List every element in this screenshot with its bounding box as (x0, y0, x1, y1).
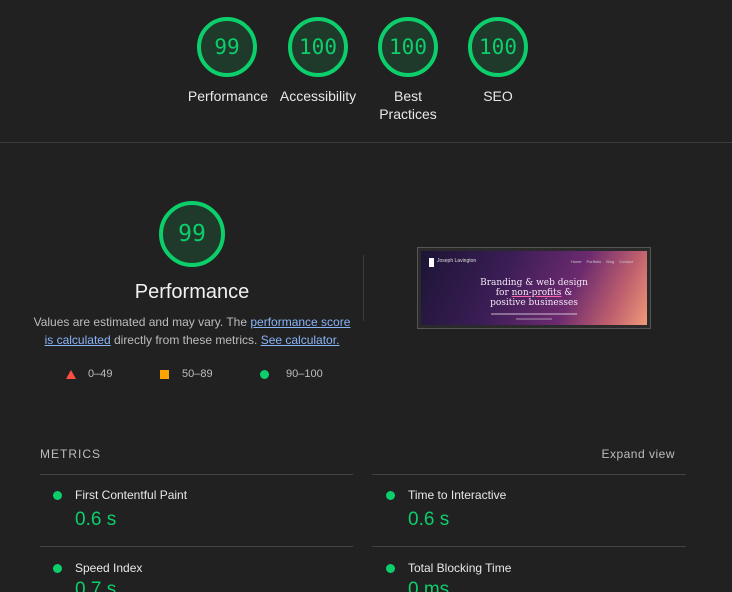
legend-pass-label: 90–100 (286, 368, 323, 380)
square-icon (160, 369, 169, 379)
performance-label[interactable]: Performance (178, 87, 278, 105)
site-headline-line-1: Branding & web design (480, 278, 588, 288)
site-subtext-line (491, 313, 577, 315)
pass-dot-icon (53, 491, 62, 500)
metric-value: 0 ms (408, 579, 450, 592)
site-headline-part: & (561, 288, 573, 298)
metrics-divider (372, 546, 686, 547)
performance-description: Values are estimated and may vary. The p… (32, 313, 352, 349)
metric-name: Speed Index (75, 561, 143, 575)
final-screenshot[interactable]: Joseph Lavington Home Portfolio Blog Con… (417, 247, 651, 329)
site-nav-item: Portfolio (586, 259, 602, 264)
metrics-divider (40, 474, 353, 475)
metric-value: 0.7 s (75, 579, 117, 592)
accessibility-score: 100 (299, 35, 337, 59)
site-headline-line-2: for non-profits & (421, 288, 647, 298)
legend-fail: 0–49 (66, 367, 112, 381)
metric-name: First Contentful Paint (75, 488, 188, 502)
legend-pass: 90–100 (260, 367, 323, 381)
site-subtext-line (516, 318, 552, 320)
vertical-divider (363, 255, 364, 321)
screenshot-image: Joseph Lavington Home Portfolio Blog Con… (421, 251, 647, 325)
metric-value: 0.6 s (75, 509, 117, 530)
performance-score: 99 (214, 35, 240, 59)
seo-score-gauge[interactable]: 100 (468, 17, 528, 77)
expand-view-button[interactable]: Expand view (601, 447, 675, 461)
performance-title: Performance (134, 281, 250, 303)
site-nav-item: Blog (606, 259, 615, 264)
desc-text-2: directly from these metrics. (110, 333, 261, 347)
see-calculator-link[interactable]: See calculator. (261, 333, 340, 347)
metric-name: Time to Interactive (408, 488, 507, 502)
seo-label[interactable]: SEO (448, 87, 548, 105)
best-practices-score: 100 (389, 35, 427, 59)
site-brand: Joseph Lavington (437, 258, 477, 264)
metric-value: 0.6 s (408, 509, 450, 530)
metrics-divider (372, 474, 686, 475)
pass-dot-icon (386, 491, 395, 500)
site-nav-item: Home (570, 259, 582, 264)
performance-main-score: 99 (178, 221, 206, 247)
metric-name: Total Blocking Time (408, 561, 512, 575)
pass-dot-icon (53, 564, 62, 573)
site-nav-item: Contact (619, 259, 633, 264)
metrics-heading: METRICS (40, 447, 101, 461)
site-nav: Home Portfolio Blog Contact (571, 259, 633, 264)
site-headline-part: for (495, 288, 512, 298)
best-practices-score-gauge[interactable]: 100 (378, 17, 438, 77)
desc-text-1: Values are estimated and may vary. The (33, 315, 251, 329)
legend-average: 50–89 (160, 367, 213, 381)
accessibility-label[interactable]: Accessibility (268, 87, 368, 105)
legend-fail-label: 0–49 (88, 368, 113, 380)
legend-average-label: 50–89 (182, 368, 213, 380)
site-headline-highlight: non-profits (511, 288, 562, 298)
accessibility-score-gauge[interactable]: 100 (288, 17, 348, 77)
triangle-icon (66, 369, 76, 379)
site-logo-icon (429, 258, 434, 267)
circle-icon (260, 369, 269, 379)
performance-score-gauge[interactable]: 99 (197, 17, 257, 77)
seo-score: 100 (479, 35, 517, 59)
site-headline-line-3: positive businesses (490, 298, 578, 308)
best-practices-label[interactable]: Best Practices (372, 87, 444, 123)
summary-divider (0, 142, 732, 143)
site-headline: Branding & web design for non-profits & … (421, 278, 647, 308)
metrics-divider (40, 546, 353, 547)
pass-dot-icon (386, 564, 395, 573)
performance-main-gauge: 99 (159, 201, 225, 267)
